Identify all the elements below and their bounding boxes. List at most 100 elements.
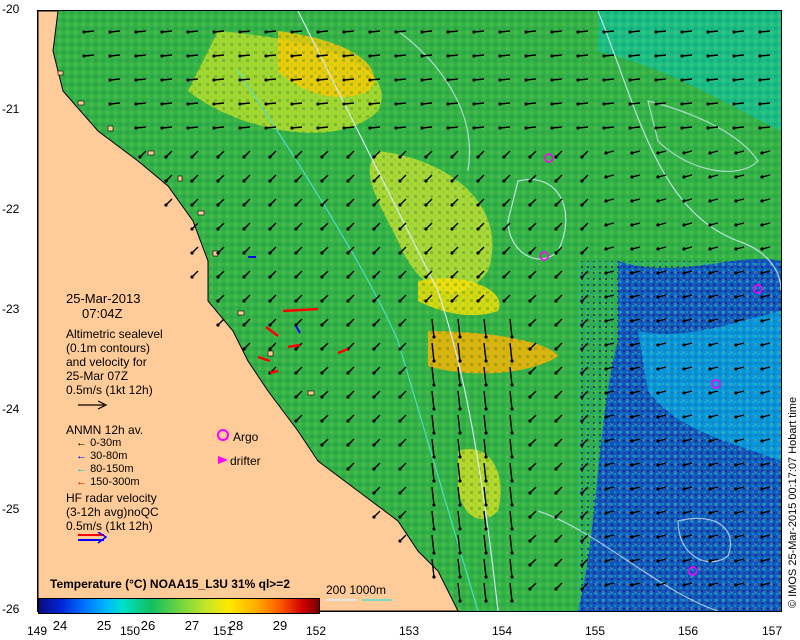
velocity-arrow-head — [458, 335, 462, 339]
velocity-arrow-head — [528, 251, 532, 255]
velocity-arrow-head — [446, 78, 450, 82]
colorbar-tick: 27 — [184, 618, 200, 633]
velocity-arrow-head — [134, 102, 138, 106]
velocity-arrow-head — [238, 102, 242, 106]
velocity-arrow-head — [708, 175, 712, 179]
velocity-arrow-head — [510, 503, 514, 507]
velocity-arrow-head — [580, 227, 584, 231]
velocity-arrow-head — [550, 78, 554, 82]
velocity-arrow-head — [450, 251, 454, 255]
velocity-arrow-head — [630, 487, 634, 491]
map-time: 07:04Z — [82, 306, 123, 321]
velocity-arrow-head — [682, 199, 686, 203]
velocity-arrow-head — [368, 54, 372, 58]
velocity-arrow-head — [510, 407, 514, 411]
velocity-arrow-head — [216, 227, 220, 231]
velocity-arrow-head — [604, 343, 608, 347]
x-tick-label: 155 — [584, 624, 606, 638]
velocity-arrow-head — [294, 203, 298, 207]
velocity-arrow-head — [734, 463, 738, 467]
velocity-arrow-head — [320, 251, 324, 255]
velocity-arrow-head — [342, 78, 346, 82]
velocity-arrow-head — [654, 126, 658, 130]
velocity-arrow-head — [484, 455, 488, 459]
velocity-arrow-head — [656, 247, 660, 251]
velocity-arrow-head — [708, 463, 712, 467]
x-tick-label: 154 — [491, 624, 513, 638]
velocity-arrow-head — [216, 275, 220, 279]
velocity-arrow-head — [554, 443, 558, 447]
velocity-arrow-head — [190, 275, 194, 279]
velocity-arrow-head — [190, 179, 194, 183]
velocity-arrow-head — [682, 391, 686, 395]
velocity-arrow-head — [630, 391, 634, 395]
velocity-arrow-head — [394, 102, 398, 106]
velocity-arrow-head — [320, 299, 324, 303]
velocity-arrow-head — [82, 30, 86, 34]
velocity-arrow-head — [656, 463, 660, 467]
velocity-arrow-head — [656, 271, 660, 275]
colorbar-tick: 25 — [96, 618, 112, 633]
velocity-arrow-head — [734, 415, 738, 419]
velocity-arrow-head — [398, 467, 402, 471]
velocity-arrow-head — [528, 587, 532, 591]
velocity-arrow-head — [510, 575, 514, 579]
velocity-arrow-head — [398, 275, 402, 279]
velocity-arrow-head — [160, 126, 164, 130]
velocity-arrow-head — [706, 126, 710, 130]
velocity-arrow-head — [682, 487, 686, 491]
velocity-arrow-head — [294, 371, 298, 375]
velocity-arrow-head — [294, 275, 298, 279]
velocity-arrow-head — [734, 367, 738, 371]
velocity-arrow-head — [372, 203, 376, 207]
velocity-arrow-head — [576, 126, 580, 130]
velocity-arrow-head — [734, 535, 738, 539]
velocity-arrow-head — [734, 175, 738, 179]
velocity-arrow-head — [524, 54, 528, 58]
velocity-arrow-head — [604, 391, 608, 395]
velocity-arrow-head — [656, 199, 660, 203]
velocity-arrow-head — [372, 251, 376, 255]
x-tick-label: 153 — [398, 624, 420, 638]
velocity-arrow-head — [420, 102, 424, 106]
velocity-arrow-head — [760, 367, 764, 371]
velocity-arrow-head — [760, 151, 764, 155]
velocity-arrow-head — [604, 247, 608, 251]
velocity-arrow-head — [554, 347, 558, 351]
velocity-arrow-head — [554, 155, 558, 159]
velocity-arrow-head — [654, 102, 658, 106]
velocity-arrow-head — [734, 247, 738, 251]
velocity-arrow-head — [484, 551, 488, 555]
velocity-arrow-head — [424, 179, 428, 183]
hf-radar-line: (3-12h avg)noQC — [66, 505, 159, 519]
velocity-arrow-head — [294, 179, 298, 183]
y-tick-label: -24 — [2, 402, 20, 416]
bathymetry-legend-label: 200 1000m — [326, 583, 387, 597]
velocity-arrow-head — [524, 126, 528, 130]
velocity-arrow-head — [680, 78, 684, 82]
argo-legend-icon — [217, 429, 229, 441]
velocity-arrow-head — [682, 295, 686, 299]
velocity-arrow-head — [268, 227, 272, 231]
temperature-colorbar — [38, 598, 320, 614]
anmn-legend-0-30: ← 0-30m — [76, 437, 122, 449]
velocity-arrow-head — [320, 227, 324, 231]
velocity-arrow-head — [604, 535, 608, 539]
velocity-arrow-head — [420, 54, 424, 58]
velocity-arrow-head — [294, 419, 298, 423]
velocity-arrow-head — [320, 347, 324, 351]
velocity-arrow-head — [372, 371, 376, 375]
velocity-arrow-head — [242, 275, 246, 279]
velocity-arrow-head — [268, 179, 272, 183]
velocity-arrow-head — [424, 203, 428, 207]
velocity-arrow-head — [134, 78, 138, 82]
velocity-arrow-head — [682, 343, 686, 347]
velocity-arrow-head — [604, 511, 608, 515]
velocity-arrow-head — [682, 463, 686, 467]
velocity-arrow-head — [346, 203, 350, 207]
velocity-arrow-head — [656, 511, 660, 515]
velocity-arrow-head — [294, 155, 298, 159]
velocity-arrow-head — [760, 175, 764, 179]
velocity-arrow-head — [528, 467, 532, 471]
velocity-arrow-head — [604, 319, 608, 323]
